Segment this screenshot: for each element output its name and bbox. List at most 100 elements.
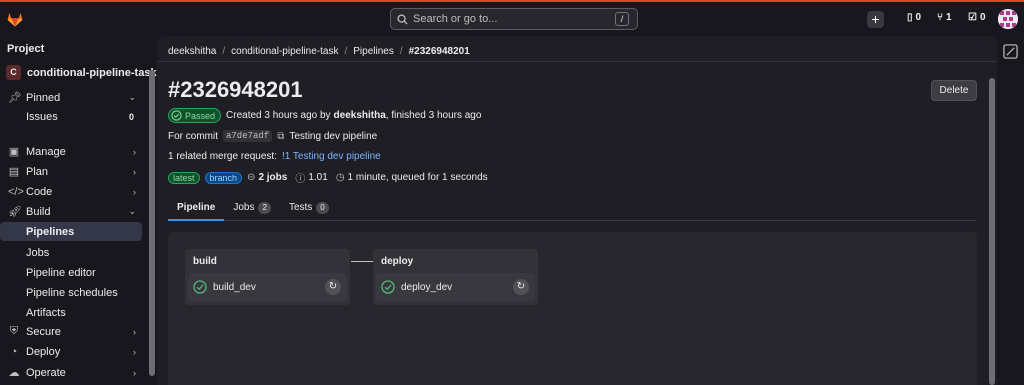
- stage-column: build build_dev ↻: [185, 249, 350, 305]
- search-shortcut-hint: /: [615, 12, 629, 26]
- duration-text: 1 minute, queued for 1 seconds: [347, 172, 488, 183]
- project-switcher[interactable]: C conditional-pipeline-task: [6, 65, 157, 80]
- breadcrumb-pipelines-link[interactable]: Pipelines: [353, 46, 394, 57]
- sidebar-item-pinned[interactable]: 📌︎ Pinned ⌄: [8, 88, 142, 107]
- plan-icon: ▤: [8, 166, 20, 178]
- stage-title: build: [193, 256, 217, 267]
- issues-icon: ▯: [907, 12, 913, 23]
- rocket-icon: 🚀︎: [8, 206, 22, 218]
- deploy-icon: ◔: [10, 345, 18, 358]
- project-avatar: C: [6, 65, 21, 80]
- chevron-right-icon: ›: [133, 186, 136, 197]
- chevron-down-icon: ⌄: [128, 206, 136, 216]
- commit-sha-link[interactable]: a7de7adf: [223, 130, 273, 142]
- compute-icon: ⓘ: [295, 174, 306, 185]
- cloud-gear-icon: ☁︎: [8, 367, 20, 379]
- branch-badge: branch: [204, 171, 243, 184]
- sidebar-item-pipeline-schedules[interactable]: Pipeline schedules: [26, 283, 142, 302]
- pipeline-icon: ⊝: [247, 172, 256, 183]
- sidebar-item-plan[interactable]: ▤ Plan ›: [8, 162, 142, 181]
- top-bar: Search or go to... / + ▯ 0 ⑂ 1 ☑ 0: [0, 0, 1024, 36]
- breadcrumb-divider: [157, 61, 997, 62]
- breadcrumb-current[interactable]: #2326948201: [409, 46, 470, 57]
- chevron-right-icon: ›: [133, 367, 136, 378]
- search-input[interactable]: Search or go to... /: [390, 8, 638, 30]
- job-name: build_dev: [213, 281, 256, 293]
- sidebar-item-code[interactable]: </> Code ›: [8, 182, 142, 201]
- tests-count-badge: 0: [316, 202, 329, 214]
- clock-icon: ◷: [335, 172, 345, 183]
- sidebar-item-pipeline-editor[interactable]: Pipeline editor: [26, 263, 142, 282]
- user-avatar[interactable]: [998, 9, 1018, 29]
- status-badge[interactable]: Passed: [168, 108, 222, 123]
- finished-text: , finished 3 hours ago: [385, 110, 482, 121]
- merge-request-link[interactable]: !1 Testing dev pipeline: [282, 151, 381, 162]
- stage-column: deploy deploy_dev ↻: [373, 249, 538, 305]
- mr-prefix: 1 related merge request:: [168, 151, 277, 162]
- project-name: conditional-pipeline-task: [27, 66, 157, 79]
- pipeline-status-row: Passed Created 3 hours ago by deekshitha…: [168, 108, 481, 123]
- jobs-count: 2 jobs: [258, 172, 288, 183]
- delete-button[interactable]: Delete: [931, 80, 977, 101]
- create-new-button[interactable]: +: [867, 11, 884, 28]
- sidebar: Project C conditional-pipeline-task 📌︎ P…: [0, 36, 157, 385]
- search-placeholder: Search or go to...: [413, 13, 498, 25]
- main-scrollbar[interactable]: [989, 78, 995, 385]
- briefcase-icon: ▣: [8, 146, 20, 158]
- issues-counter-button[interactable]: ▯ 0: [907, 12, 921, 23]
- gitlab-logo-icon[interactable]: [6, 10, 24, 28]
- sidebar-scrollbar[interactable]: [149, 70, 155, 376]
- job-name: deploy_dev: [401, 281, 453, 293]
- check-circle-icon: [171, 110, 182, 121]
- job-item[interactable]: build_dev ↻: [188, 273, 347, 301]
- issues-count-badge: 0: [128, 111, 134, 122]
- stage-connector: [351, 261, 373, 262]
- breadcrumb-separator: /: [344, 46, 348, 57]
- check-circle-icon: [381, 280, 395, 294]
- todo-counter-button[interactable]: ☑ 0: [968, 12, 986, 23]
- author-link[interactable]: deekshitha: [334, 110, 386, 121]
- retry-icon[interactable]: ↻: [513, 279, 529, 295]
- merge-requests-counter-button[interactable]: ⑂ 1: [937, 12, 952, 23]
- retry-icon[interactable]: ↻: [325, 279, 341, 295]
- sidebar-item-secure[interactable]: ⛨ Secure ›: [8, 322, 142, 341]
- todo-checkbox-icon: ☑: [968, 12, 977, 23]
- collapse-panel-icon[interactable]: [1003, 44, 1018, 59]
- shield-icon: ⛨: [9, 325, 19, 337]
- merge-request-row: 1 related merge request: !1 Testing dev …: [168, 151, 381, 162]
- pipeline-graph: build build_dev ↻ deploy deploy_dev ↻: [168, 232, 977, 385]
- tab-tests[interactable]: Tests 0: [280, 196, 338, 221]
- compute-minutes: 1.01: [308, 172, 328, 183]
- sidebar-section-label: Project: [7, 43, 45, 55]
- chevron-right-icon: ›: [133, 146, 136, 157]
- commit-message: Testing dev pipeline: [289, 130, 378, 142]
- sidebar-item-operate[interactable]: ☁︎ Operate ›: [8, 363, 142, 382]
- chevron-right-icon: ›: [133, 326, 136, 337]
- search-icon: [397, 13, 408, 25]
- pipeline-meta-row: latest branch ⊝ 2 jobs ⓘ 1.01 ◷ 1 minute…: [168, 170, 488, 185]
- sidebar-item-pipelines[interactable]: Pipelines: [0, 222, 142, 241]
- tab-pipeline[interactable]: Pipeline: [168, 196, 225, 221]
- sidebar-item-jobs[interactable]: Jobs: [26, 243, 142, 262]
- sidebar-item-manage[interactable]: ▣ Manage ›: [8, 142, 142, 161]
- stage-title: deploy: [381, 256, 414, 267]
- sidebar-item-deploy[interactable]: ◔ Deploy ›: [8, 342, 142, 361]
- chevron-right-icon: ›: [133, 346, 136, 357]
- chevron-down-icon: ⌄: [128, 92, 136, 102]
- created-text: Created 3 hours ago by: [226, 110, 331, 121]
- commit-row: For commit a7de7adf ⧉ Testing dev pipeli…: [168, 130, 377, 142]
- sidebar-item-build[interactable]: 🚀︎ Build ⌄: [8, 202, 142, 221]
- sidebar-item-issues[interactable]: Issues 0: [26, 107, 142, 126]
- copy-icon[interactable]: ⧉: [277, 131, 284, 142]
- commit-prefix: For commit: [168, 130, 218, 142]
- jobs-count-badge: 2: [258, 202, 271, 214]
- job-item[interactable]: deploy_dev ↻: [376, 273, 535, 301]
- breadcrumb-user-link[interactable]: deekshitha: [168, 46, 216, 57]
- pipeline-tabs: Pipeline Jobs 2 Tests 0: [168, 196, 977, 221]
- avatar-pattern-icon: [998, 9, 1018, 29]
- tab-jobs[interactable]: Jobs 2: [224, 196, 280, 221]
- latest-badge: latest: [168, 171, 200, 184]
- breadcrumb-project-link[interactable]: conditional-pipeline-task: [231, 46, 338, 57]
- sidebar-item-artifacts[interactable]: Artifacts: [26, 303, 142, 322]
- merge-request-icon: ⑂: [937, 12, 943, 23]
